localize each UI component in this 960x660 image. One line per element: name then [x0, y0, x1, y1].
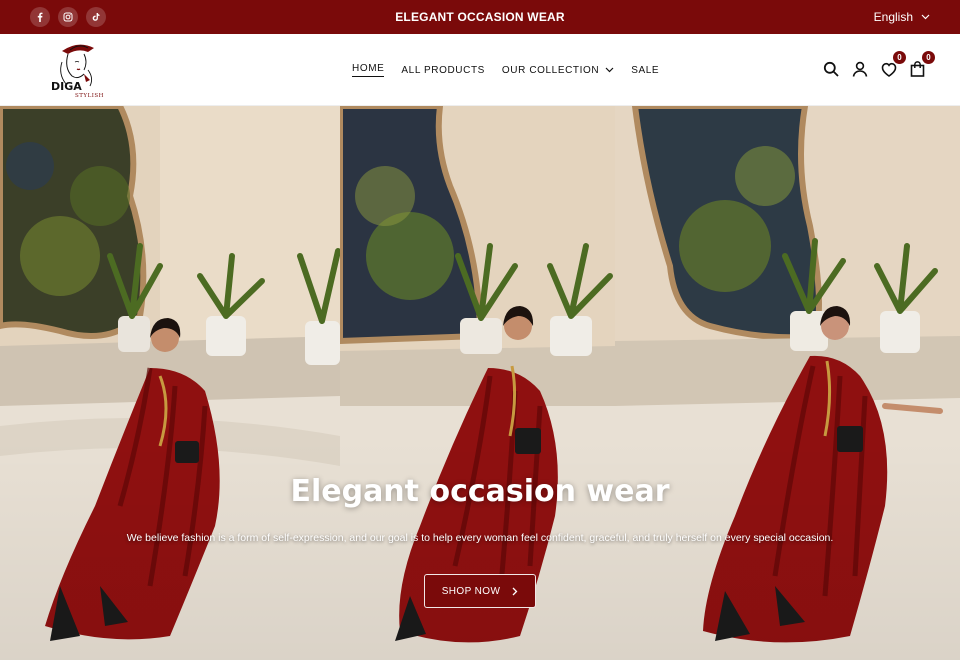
chevron-down-icon — [921, 14, 930, 20]
nav-item-label: ALL PRODUCTS — [401, 64, 485, 76]
announcement-bar: ELEGANT OCCASION WEAR English — [0, 0, 960, 34]
header-actions: 0 0 — [822, 51, 935, 78]
shop-now-button[interactable]: SHOP NOW — [424, 574, 536, 608]
hero-photo-1 — [0, 106, 340, 660]
hero-subtitle: We believe fashion is a form of self-exp… — [126, 532, 834, 544]
hero-banner: Elegant occasion wear We believe fashion… — [0, 106, 960, 660]
hero-photo-3 — [615, 106, 960, 660]
cart-button[interactable]: 0 — [909, 51, 935, 78]
user-icon[interactable] — [851, 60, 868, 78]
nav-item-all-products[interactable]: ALL PRODUCTS — [401, 65, 485, 76]
chevron-right-icon — [512, 587, 518, 595]
announcement-text: ELEGANT OCCASION WEAR — [395, 10, 565, 24]
wishlist-button[interactable]: 0 — [880, 51, 906, 78]
nav-item-our-collection[interactable]: OUR COLLECTION — [502, 65, 614, 76]
nav-item-label: HOME — [352, 63, 385, 77]
brand-tagline: STYLISH — [75, 93, 104, 99]
brand-name: DIGA — [51, 80, 82, 93]
shop-now-label: SHOP NOW — [441, 585, 501, 597]
hero-title: Elegant occasion wear — [290, 474, 670, 509]
search-icon[interactable] — [822, 60, 839, 78]
main-nav: HOME ALL PRODUCTS OUR COLLECTION SALE — [352, 34, 659, 106]
nav-item-home[interactable]: HOME — [352, 63, 385, 77]
chevron-down-icon — [605, 67, 614, 73]
language-selector[interactable]: English — [874, 0, 930, 34]
site-header: DIGA STYLISH HOME ALL PRODUCTS OUR COLLE… — [0, 34, 960, 106]
nav-item-label: SALE — [631, 64, 660, 76]
brand-logo[interactable]: DIGA STYLISH — [48, 40, 110, 100]
nav-item-label: OUR COLLECTION — [501, 64, 600, 76]
cart-count-badge: 0 — [922, 51, 935, 64]
nav-item-sale[interactable]: SALE — [631, 65, 659, 76]
wishlist-count-badge: 0 — [893, 51, 906, 64]
shopping-bag-icon — [910, 61, 925, 77]
heart-icon — [881, 62, 896, 77]
language-label: English — [873, 10, 913, 24]
